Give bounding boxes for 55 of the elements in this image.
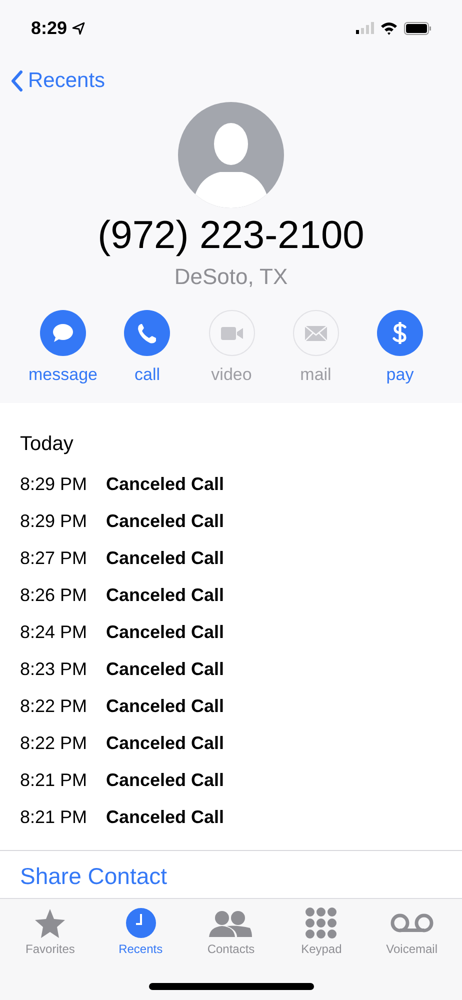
status-time: 8:29 xyxy=(31,18,68,38)
call-type: Canceled Call xyxy=(106,511,224,532)
call-time: 8:22 PM xyxy=(20,696,88,717)
pay-button[interactable] xyxy=(377,310,423,356)
star-icon xyxy=(34,908,66,938)
call-time: 8:23 PM xyxy=(20,659,88,680)
call-type: Canceled Call xyxy=(106,548,224,569)
call-type: Canceled Call xyxy=(106,659,224,680)
call-type: Canceled Call xyxy=(106,696,224,717)
share-contact-link[interactable]: Share Contact xyxy=(0,851,462,885)
pay-label: pay xyxy=(386,365,414,385)
location-arrow-icon xyxy=(72,22,86,34)
envelope-icon xyxy=(304,326,327,340)
call-type: Canceled Call xyxy=(106,770,224,791)
message-label: message xyxy=(28,365,98,385)
video-camera-icon xyxy=(220,326,242,340)
video-label: video xyxy=(211,365,252,385)
call-time: 8:29 PM xyxy=(20,511,88,532)
phone-number: (972) 223-2100 xyxy=(98,214,364,258)
keypad-tab[interactable]: Keypad xyxy=(276,899,367,1000)
voicemail-tab[interactable]: Voicemail xyxy=(366,899,458,1000)
speech-bubble-icon xyxy=(52,323,74,343)
recents-tab[interactable]: Recents xyxy=(95,899,186,1000)
call-time: 8:27 PM xyxy=(20,548,88,569)
call-label: call xyxy=(134,365,160,385)
battery-icon xyxy=(404,22,432,34)
wifi-icon xyxy=(380,21,398,35)
call-type: Canceled Call xyxy=(106,474,224,495)
dollar-sign-icon xyxy=(391,322,409,344)
section-heading: Today xyxy=(20,433,74,456)
clock-icon xyxy=(124,907,157,939)
keypad-icon xyxy=(305,907,338,939)
call-type: Canceled Call xyxy=(106,733,224,754)
contacts-tab[interactable]: Contacts xyxy=(186,899,276,1000)
phone-icon xyxy=(137,322,158,344)
mail-label: mail xyxy=(300,365,332,385)
avatar-icon xyxy=(178,102,284,208)
favorites-tab[interactable]: Favorites xyxy=(5,899,96,1000)
call-type: Canceled Call xyxy=(106,622,224,643)
chevron-left-icon xyxy=(10,70,24,92)
call-time: 8:26 PM xyxy=(20,585,88,606)
call-time: 8:22 PM xyxy=(20,733,88,754)
location-text: DeSoto, TX xyxy=(174,264,288,290)
back-button[interactable]: Recents xyxy=(10,69,106,93)
voicemail-icon xyxy=(390,913,434,933)
call-type: Canceled Call xyxy=(106,585,224,606)
call-time: 8:29 PM xyxy=(20,474,88,495)
people-icon xyxy=(209,908,254,938)
call-button[interactable] xyxy=(124,310,170,356)
signal-icon xyxy=(356,22,374,34)
call-time: 8:21 PM xyxy=(20,770,88,791)
call-type: Canceled Call xyxy=(106,807,224,828)
message-button[interactable] xyxy=(40,310,86,356)
call-time: 8:24 PM xyxy=(20,622,88,643)
call-time: 8:21 PM xyxy=(20,807,88,828)
